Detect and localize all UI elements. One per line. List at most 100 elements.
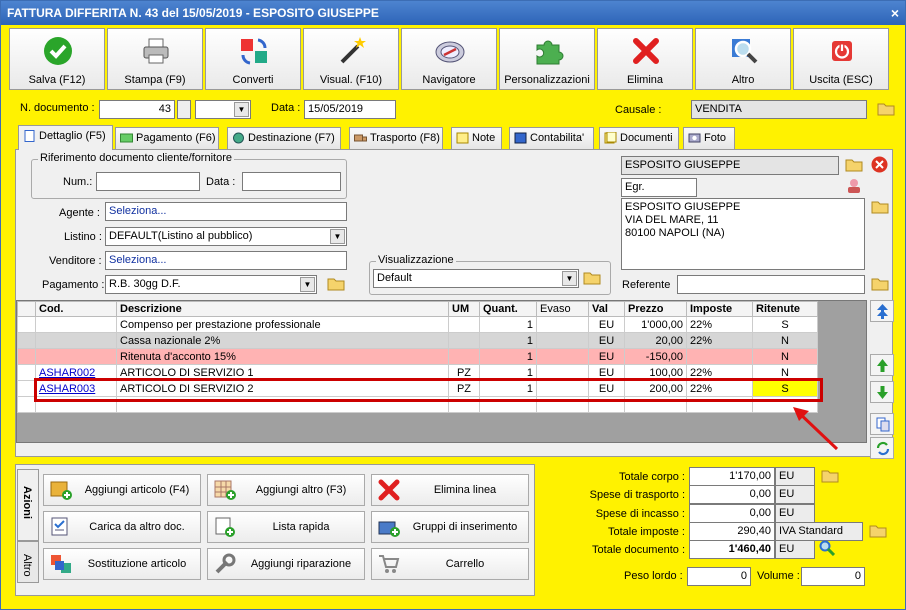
- cell-imposte[interactable]: [686, 348, 753, 365]
- copy-line-button[interactable]: [870, 413, 894, 435]
- tab-foto[interactable]: Foto: [683, 127, 735, 149]
- add-repair-button[interactable]: Aggiungi riparazione: [207, 548, 365, 580]
- table-row[interactable]: Cassa nazionale 2% 1 EU 20,00 22% N: [17, 332, 818, 349]
- customer-address-box[interactable]: ESPOSITO GIUSEPPE VIA DEL MARE, 11 80100…: [621, 198, 865, 270]
- peso-input[interactable]: 0: [687, 567, 751, 586]
- magnifier-icon[interactable]: [819, 540, 835, 556]
- folder-icon[interactable]: [877, 101, 895, 116]
- move-top-button[interactable]: [870, 300, 894, 322]
- cell-qty[interactable]: 1: [479, 348, 537, 365]
- folder-icon[interactable]: [871, 276, 889, 291]
- shipping-value[interactable]: 0,00: [689, 485, 775, 504]
- ndoc-input[interactable]: 43: [99, 100, 175, 119]
- cell-evaso[interactable]: [536, 332, 589, 349]
- tab-documenti[interactable]: Documenti: [599, 127, 679, 149]
- table-row[interactable]: Ritenuta d'acconto 15% 1 EU -150,00 N: [17, 348, 818, 365]
- pagamento-select[interactable]: R.B. 30gg D.F. ▼: [105, 275, 317, 294]
- cell-desc[interactable]: Compenso per prestazione professionale: [116, 316, 449, 333]
- visual-button[interactable]: Visual. (F10): [303, 28, 399, 90]
- cell-prezzo[interactable]: 1'000,00: [624, 316, 687, 333]
- venditore-input[interactable]: Seleziona...: [105, 251, 347, 270]
- cell-evaso[interactable]: [536, 348, 589, 365]
- navigator-button[interactable]: Navigatore: [401, 28, 497, 90]
- col-quant[interactable]: Quant.: [479, 301, 537, 317]
- tab-contabilita[interactable]: Contabilita': [509, 127, 594, 149]
- cell-desc[interactable]: Cassa nazionale 2%: [116, 332, 449, 349]
- customer-name-input[interactable]: ESPOSITO GIUSEPPE: [621, 156, 839, 175]
- folder-icon[interactable]: [583, 270, 601, 285]
- cell-imposte[interactable]: 22%: [686, 316, 753, 333]
- add-article-button[interactable]: Aggiungi articolo (F4): [43, 474, 201, 506]
- referente-input[interactable]: [677, 275, 865, 294]
- col-evaso[interactable]: Evaso: [536, 301, 589, 317]
- ref-num-input[interactable]: [96, 172, 200, 191]
- article-code-link[interactable]: ASHAR002: [39, 367, 95, 379]
- ref-date-input[interactable]: [242, 172, 341, 191]
- ndoc-series-select[interactable]: ▼: [195, 100, 251, 119]
- cell-val[interactable]: EU: [588, 348, 625, 365]
- col-val[interactable]: Val: [588, 301, 625, 317]
- volume-input[interactable]: 0: [801, 567, 865, 586]
- folder-icon[interactable]: [327, 276, 345, 291]
- col-um[interactable]: UM: [448, 301, 480, 317]
- tab-azioni[interactable]: Azioni: [17, 469, 39, 541]
- total-doc-value[interactable]: 1'460,40: [689, 540, 775, 559]
- tab-pagamento[interactable]: Pagamento (F6): [115, 127, 219, 149]
- tab-note[interactable]: Note: [451, 127, 502, 149]
- tab-trasporto[interactable]: Trasporto (F8): [349, 127, 443, 149]
- cell-desc[interactable]: Ritenuta d'acconto 15%: [116, 348, 449, 365]
- cell-val[interactable]: EU: [588, 332, 625, 349]
- cell-prezzo[interactable]: 20,00: [624, 332, 687, 349]
- cart-button[interactable]: Carrello: [371, 548, 529, 580]
- listino-select[interactable]: DEFAULT(Listino al pubblico) ▼: [105, 227, 347, 246]
- date-input[interactable]: 15/05/2019: [304, 100, 396, 119]
- ndoc-suffix-button[interactable]: [177, 100, 191, 119]
- folder-icon[interactable]: [869, 523, 887, 538]
- delete-button[interactable]: Elimina: [597, 28, 693, 90]
- col-descrizione[interactable]: Descrizione: [116, 301, 449, 317]
- col-prezzo[interactable]: Prezzo: [624, 301, 687, 317]
- view-select[interactable]: Default ▼: [373, 269, 579, 288]
- cell-prezzo[interactable]: -150,00: [624, 348, 687, 365]
- convert-button[interactable]: Converti: [205, 28, 301, 90]
- customer-prefix-input[interactable]: Egr.: [621, 178, 697, 197]
- agente-input[interactable]: Seleziona...: [105, 202, 347, 221]
- move-down-button[interactable]: [870, 381, 894, 403]
- folder-icon[interactable]: [871, 199, 889, 214]
- cell-ritenute[interactable]: N: [752, 348, 818, 365]
- col-imposte[interactable]: Imposte: [686, 301, 753, 317]
- exit-button[interactable]: Uscita (ESC): [793, 28, 889, 90]
- cell-ritenute[interactable]: S: [752, 316, 818, 333]
- cell-imposte[interactable]: 22%: [686, 332, 753, 349]
- tab-dettaglio[interactable]: Dettaglio (F5): [18, 125, 113, 150]
- save-button[interactable]: Salva (F12): [9, 28, 105, 90]
- add-other-button[interactable]: Aggiungi altro (F3): [207, 474, 365, 506]
- cell-cod[interactable]: [35, 316, 117, 333]
- more-button[interactable]: Altro: [695, 28, 791, 90]
- cell-qty[interactable]: 1: [479, 332, 537, 349]
- quick-list-button[interactable]: Lista rapida: [207, 511, 365, 543]
- cell-ritenute[interactable]: N: [752, 332, 818, 349]
- cell-cod[interactable]: [35, 332, 117, 349]
- refresh-button[interactable]: [870, 437, 894, 459]
- move-up-button[interactable]: [870, 354, 894, 376]
- tax-value[interactable]: 290,40: [689, 522, 775, 541]
- col-cod[interactable]: Cod.: [35, 301, 117, 317]
- total-corpo-value[interactable]: 1'170,00: [689, 467, 775, 486]
- person-search-icon[interactable]: [845, 178, 863, 193]
- customize-button[interactable]: Personalizzazioni: [499, 28, 595, 90]
- load-doc-button[interactable]: Carica da altro doc.: [43, 511, 201, 543]
- cell-cod[interactable]: [35, 348, 117, 365]
- cell-evaso[interactable]: [536, 316, 589, 333]
- cell-um[interactable]: [448, 316, 480, 333]
- col-ritenute[interactable]: Ritenute: [752, 301, 818, 317]
- table-row[interactable]: Compenso per prestazione professionale 1…: [17, 316, 818, 333]
- tab-altro[interactable]: Altro: [17, 541, 39, 583]
- cell-um[interactable]: [448, 332, 480, 349]
- insert-groups-button[interactable]: Gruppi di inserimento: [371, 511, 529, 543]
- delete-line-button[interactable]: Elimina linea: [371, 474, 529, 506]
- cell-qty[interactable]: 1: [479, 316, 537, 333]
- replace-article-button[interactable]: Sostituzione articolo: [43, 548, 201, 580]
- print-button[interactable]: Stampa (F9): [107, 28, 203, 90]
- folder-icon[interactable]: [845, 157, 863, 172]
